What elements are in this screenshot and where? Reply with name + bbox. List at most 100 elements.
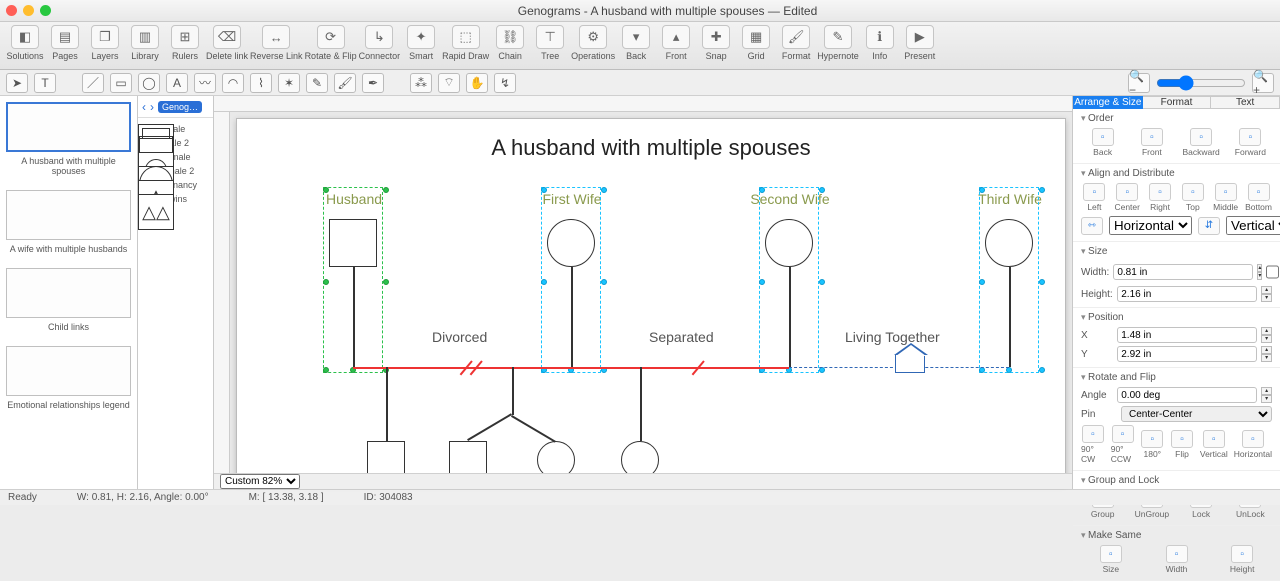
zoom-select[interactable]: Custom 82% (220, 474, 300, 489)
toolbar-rotate-flip[interactable]: ⟳Rotate & Flip (305, 25, 357, 61)
toolbar-connector[interactable]: ↳Connector (359, 25, 401, 61)
close-icon[interactable] (6, 5, 17, 16)
pointer-tool[interactable]: ➤ (6, 73, 28, 93)
toolbar-operations[interactable]: ⚙Operations (571, 25, 615, 61)
page-thumbnail[interactable] (6, 190, 131, 240)
makesame-width[interactable]: ▫Width (1147, 545, 1207, 574)
lock-proportions-checkbox[interactable] (1266, 264, 1279, 280)
toolbar-layers[interactable]: ❐Layers (86, 25, 124, 61)
text-tool[interactable]: T (34, 73, 56, 93)
crop-tool[interactable]: ⌔ (438, 73, 460, 93)
pos-y-input[interactable] (1117, 346, 1257, 362)
toolbar-reverse-link[interactable]: ↔Reverse Link (250, 25, 303, 61)
order-back[interactable]: ▫Back (1081, 128, 1124, 157)
zoom-slider[interactable] (1156, 75, 1246, 91)
drawing-page[interactable]: A husband with multiple spouses HusbandF… (236, 118, 1066, 483)
distribute-h-icon[interactable]: ⇿ (1081, 217, 1103, 235)
toolbar-rapid-draw[interactable]: ⬚Rapid Draw (442, 25, 489, 61)
order-front[interactable]: ▫Front (1130, 128, 1173, 157)
library-panel: ‹ › Genog… Male Male 2 Female Female 2 △Preg… (138, 96, 214, 489)
toolbar-grid[interactable]: ▦Grid (737, 25, 775, 61)
library-item-female[interactable]: Female (138, 152, 213, 162)
align-bottom[interactable]: ▫Bottom (1245, 183, 1272, 212)
makesame-height[interactable]: ▫Height (1212, 545, 1272, 574)
toolbar-library[interactable]: ▥Library (126, 25, 164, 61)
align-right[interactable]: ▫Right (1147, 183, 1174, 212)
text-frame-tool[interactable]: A (166, 73, 188, 93)
library-item-pregnancy[interactable]: △Pregnancy (138, 180, 213, 190)
page-thumbnail[interactable] (6, 268, 131, 318)
tab-format[interactable]: Format (1143, 96, 1212, 109)
toolbar-chain[interactable]: ⛓Chain (491, 25, 529, 61)
tab-arrange-size[interactable]: Arrange & Size (1073, 96, 1143, 109)
align-center[interactable]: ▫Center (1114, 183, 1141, 212)
pos-y-stepper[interactable]: ▴▾ (1261, 346, 1272, 362)
zoom-out-icon[interactable]: 🔍− (1128, 73, 1150, 93)
ellipse-tool[interactable]: ◯ (138, 73, 160, 93)
bezier-tool[interactable]: 〰 (194, 73, 216, 93)
maximize-icon[interactable] (40, 5, 51, 16)
tab-text[interactable]: Text (1211, 96, 1280, 109)
pos-x-stepper[interactable]: ▴▾ (1261, 327, 1272, 343)
toolbar-solutions[interactable]: ◧Solutions (6, 25, 44, 61)
library-item-male[interactable]: Male (138, 124, 213, 134)
toolbar-smart[interactable]: ✦Smart (402, 25, 440, 61)
line-tool[interactable]: ／ (82, 73, 104, 93)
width-input[interactable] (1113, 264, 1253, 280)
star-tool[interactable]: ✶ (278, 73, 300, 93)
toolbar-info[interactable]: ℹInfo (861, 25, 899, 61)
library-tab[interactable]: Genog… (158, 101, 202, 113)
library-item-twins[interactable]: △△Twins (138, 194, 213, 204)
height-stepper[interactable]: ▴▾ (1261, 286, 1272, 302)
distribute-v-select[interactable]: Vertical (1226, 216, 1280, 235)
pencil-tool[interactable]: ✎ (306, 73, 328, 93)
section-position: Position (1081, 312, 1272, 323)
rotate-horizontal[interactable]: ▫Horizontal (1234, 430, 1272, 459)
distribute-h-select[interactable]: Horizontal (1109, 216, 1192, 235)
library-forward-icon[interactable]: › (150, 100, 154, 114)
toolbar-front[interactable]: ▴Front (657, 25, 695, 61)
rotate-vertical[interactable]: ▫Vertical (1200, 430, 1228, 459)
makesame-size[interactable]: ▫Size (1081, 545, 1141, 574)
pin-select[interactable]: Center-Center (1121, 406, 1272, 422)
pen-tool[interactable]: ✒ (362, 73, 384, 93)
polyline-tool[interactable]: ⌇ (250, 73, 272, 93)
eyedropper-tool[interactable]: ⁂ (410, 73, 432, 93)
order-backward[interactable]: ▫Backward (1180, 128, 1223, 157)
toolbar-present[interactable]: ▶Present (901, 25, 939, 61)
width-stepper[interactable]: ▴▾ (1257, 264, 1262, 280)
order-forward[interactable]: ▫Forward (1229, 128, 1272, 157)
toolbar-hypernote[interactable]: ✎Hypernote (817, 25, 859, 61)
distribute-v-icon[interactable]: ⇵ (1198, 217, 1220, 235)
align-top[interactable]: ▫Top (1179, 183, 1206, 212)
toolbar-back[interactable]: ▾Back (617, 25, 655, 61)
rotate-90-ccw[interactable]: ▫90° CCW (1111, 425, 1135, 464)
angle-stepper[interactable]: ▴▾ (1261, 387, 1272, 403)
arc-tool[interactable]: ◠ (222, 73, 244, 93)
edit-points-tool[interactable]: ↯ (494, 73, 516, 93)
toolbar-delete-link[interactable]: ⌫Delete link (206, 25, 248, 61)
brush-tool[interactable]: 🖌 (334, 73, 356, 93)
toolbar-format[interactable]: 🖌Format (777, 25, 815, 61)
minimize-icon[interactable] (23, 5, 34, 16)
rotate-90-cw[interactable]: ▫90° CW (1081, 425, 1105, 464)
toolbar-tree[interactable]: ⊤Tree (531, 25, 569, 61)
toolbar-pages[interactable]: ▤Pages (46, 25, 84, 61)
toolbar-rulers[interactable]: ⊞Rulers (166, 25, 204, 61)
library-item-female-2[interactable]: Female 2 (138, 166, 213, 176)
hand-tool[interactable]: ✋ (466, 73, 488, 93)
angle-input[interactable] (1117, 387, 1257, 403)
rotate-flip[interactable]: ▫Flip (1170, 430, 1194, 459)
library-back-icon[interactable]: ‹ (142, 100, 146, 114)
zoom-in-icon[interactable]: 🔍+ (1252, 73, 1274, 93)
height-input[interactable] (1117, 286, 1257, 302)
page-thumbnail[interactable] (6, 102, 131, 152)
rect-tool[interactable]: ▭ (110, 73, 132, 93)
rotate-180-[interactable]: ▫180° (1140, 430, 1164, 459)
page-thumbnail[interactable] (6, 346, 131, 396)
library-item-male-2[interactable]: Male 2 (138, 138, 213, 148)
toolbar-snap[interactable]: ✚Snap (697, 25, 735, 61)
align-left[interactable]: ▫Left (1081, 183, 1108, 212)
align-middle[interactable]: ▫Middle (1212, 183, 1239, 212)
pos-x-input[interactable] (1117, 327, 1257, 343)
